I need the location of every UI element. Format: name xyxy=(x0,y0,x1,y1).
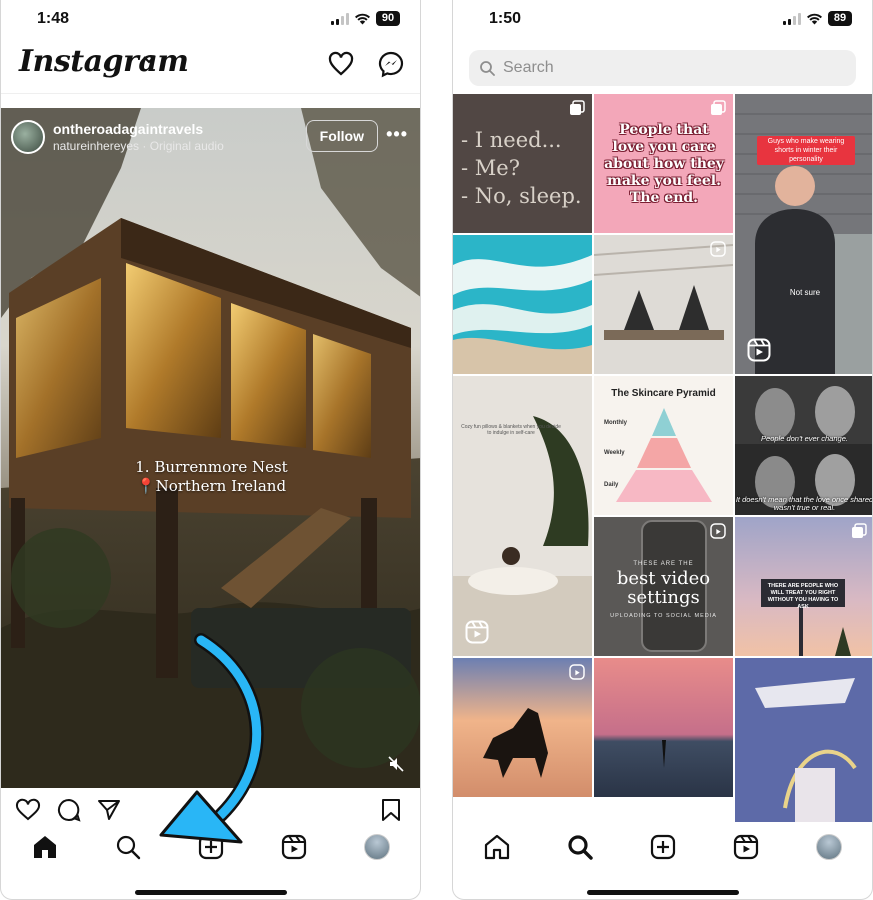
like-heart-icon[interactable] xyxy=(15,798,41,822)
bookmark-icon[interactable] xyxy=(381,798,401,822)
explore-tile-sleep-meme[interactable]: - I need... - Me? - No, sleep. xyxy=(453,94,592,233)
tile-image xyxy=(594,658,733,797)
chevron-down-icon[interactable] xyxy=(143,56,155,64)
share-paper-plane-icon[interactable] xyxy=(97,798,121,822)
author-username[interactable]: ontheroadagaintravels xyxy=(53,121,224,137)
tile-subtitle: Not sure xyxy=(789,288,821,297)
app-header: Instagram xyxy=(1,38,420,94)
search-icon[interactable] xyxy=(115,834,141,860)
caption-line-2: 📍Northern Ireland xyxy=(136,477,287,495)
heart-icon[interactable] xyxy=(327,50,355,78)
muted-speaker-icon[interactable] xyxy=(388,756,404,772)
explore-tile-event[interactable] xyxy=(735,658,872,822)
author-avatar[interactable] xyxy=(11,120,45,154)
battery-indicator: 89 xyxy=(828,11,852,26)
explore-tile-shorts-reel[interactable]: Guys who make wearing shorts in winter t… xyxy=(735,94,872,374)
tile-footer: UPLOADING TO SOCIAL MEDIA xyxy=(610,613,717,619)
search-icon[interactable] xyxy=(567,834,593,860)
status-time: 1:50 xyxy=(489,10,522,27)
search-icon xyxy=(480,61,495,76)
caption-line-1: 1. Burrenmore Nest xyxy=(135,458,288,476)
explore-grid: - I need... - Me? - No, sleep. People th… xyxy=(453,94,873,822)
status-bar: 1:50 89 xyxy=(453,0,872,38)
pyramid-label-daily: Daily xyxy=(604,482,619,488)
search-input[interactable]: Search xyxy=(469,50,856,86)
instagram-logo[interactable]: Instagram xyxy=(19,44,189,79)
home-feed-screen: 1:48 90 Instagram ontheroadagaintravels … xyxy=(0,0,421,900)
create-post-icon[interactable] xyxy=(650,834,676,860)
home-indicator xyxy=(586,890,739,895)
battery-indicator: 90 xyxy=(376,11,400,26)
status-icons: 89 xyxy=(783,11,852,26)
explore-tile-reading[interactable]: Cozy fun pillows & blankets when you dec… xyxy=(453,376,592,656)
reels-icon[interactable] xyxy=(281,834,307,860)
profile-avatar-icon[interactable] xyxy=(816,834,842,860)
reels-icon xyxy=(710,523,726,539)
status-icons: 90 xyxy=(331,11,400,26)
explore-tile-movie-quote[interactable]: People don't ever change. It doesn't mea… xyxy=(735,376,873,515)
reels-icon xyxy=(710,241,726,257)
tile-eyebrow: THESE ARE THE xyxy=(633,561,694,567)
explore-tile-horse-beach[interactable] xyxy=(453,658,592,797)
tile-text: People that love you care about how they… xyxy=(604,122,724,206)
tile-caption-top: People don't ever change. xyxy=(761,434,848,443)
status-time: 1:48 xyxy=(37,10,70,27)
explore-tile-pink-sky[interactable] xyxy=(594,658,733,797)
cellular-signal-icon xyxy=(783,12,801,25)
create-post-icon[interactable] xyxy=(198,834,224,860)
tile-image xyxy=(453,376,592,656)
carousel-icon xyxy=(711,100,726,115)
bottom-tab-bar xyxy=(453,828,872,868)
cellular-signal-icon xyxy=(331,12,349,25)
carousel-icon xyxy=(852,523,867,538)
tile-caption-bottom: It doesn't mean that the love once share… xyxy=(735,495,873,512)
follow-button[interactable]: Follow xyxy=(305,120,378,152)
home-indicator xyxy=(134,890,287,895)
reels-icon xyxy=(747,338,771,362)
tile-headline: best video settings xyxy=(616,568,711,608)
home-icon[interactable] xyxy=(484,834,510,860)
pyramid-label-weekly: Weekly xyxy=(604,450,625,456)
more-options-icon[interactable]: ••• xyxy=(386,124,408,145)
carousel-icon xyxy=(570,100,585,115)
explore-tile-ocean[interactable] xyxy=(453,235,592,374)
search-placeholder: Search xyxy=(503,59,554,76)
post-action-bar xyxy=(1,794,420,824)
reels-icon[interactable] xyxy=(733,834,759,860)
pyramid-graphic xyxy=(616,408,712,502)
reels-icon xyxy=(569,664,585,680)
tile-caption: Guys who make wearing shorts in winter t… xyxy=(757,136,855,165)
pyramid-label-monthly: Monthly xyxy=(604,420,627,426)
explore-tile-skincare-pyramid[interactable]: The Skincare Pyramid Monthly Weekly Dail… xyxy=(594,376,733,515)
post-image-treehouse xyxy=(1,108,420,788)
reel-post[interactable]: ontheroadagaintravels natureinhereyes · … xyxy=(1,108,420,788)
explore-tile-billboard[interactable]: THERE ARE PEOPLE WHO WILL TREAT YOU RIGH… xyxy=(735,517,872,656)
reels-icon xyxy=(465,620,489,644)
home-icon[interactable] xyxy=(32,834,58,860)
audio-source[interactable]: natureinhereyes · Original audio xyxy=(53,139,224,153)
explore-tile-pink-quote[interactable]: People that love you care about how they… xyxy=(594,94,733,233)
tile-image xyxy=(735,658,872,822)
billboard-text: THERE ARE PEOPLE WHO WILL TREAT YOU RIGH… xyxy=(767,583,839,610)
messenger-icon[interactable] xyxy=(377,50,405,78)
profile-avatar-icon[interactable] xyxy=(364,834,390,860)
explore-tile-video-settings[interactable]: THESE ARE THE best video settings UPLOAD… xyxy=(594,517,733,656)
comment-bubble-icon[interactable] xyxy=(57,798,81,822)
post-caption: 1. Burrenmore Nest 📍Northern Ireland xyxy=(1,458,420,496)
bottom-tab-bar xyxy=(1,828,420,868)
explore-tile-pilates[interactable] xyxy=(594,235,733,374)
tile-body-text: Cozy fun pillows & blankets when you dec… xyxy=(461,424,561,436)
wifi-icon xyxy=(355,13,370,25)
post-author[interactable]: ontheroadagaintravels natureinhereyes · … xyxy=(11,120,224,154)
explore-screen: 1:50 89 Search - I need... - Me? - No, s… xyxy=(452,0,873,900)
tile-text: - I need... - Me? - No, sleep. xyxy=(461,128,582,208)
tile-image xyxy=(453,235,592,374)
status-bar: 1:48 90 xyxy=(1,0,420,38)
comparison-page: 1:48 90 Instagram ontheroadagaintravels … xyxy=(0,0,873,900)
wifi-icon xyxy=(807,13,822,25)
